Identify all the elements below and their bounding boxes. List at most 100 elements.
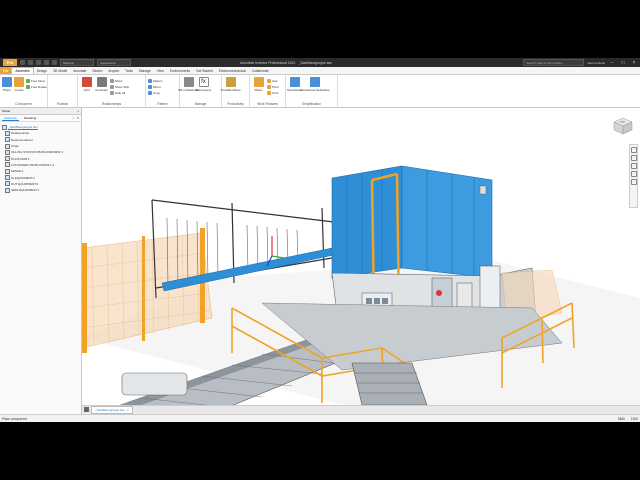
assembly-model[interactable] — [82, 108, 640, 405]
component-icon — [5, 187, 10, 193]
component-icon — [5, 130, 10, 136]
viewcube-top-label: TOP — [620, 121, 625, 124]
manage-group: Bill of Materials fx Parameters Manage — [178, 75, 222, 107]
assembly-icon — [2, 124, 7, 130]
browser-tree: _StartBausgruppe.iam Relationships Represe… — [0, 122, 81, 195]
component-group-title: Component — [15, 102, 32, 106]
tree-node-label: Relationships — [11, 131, 30, 136]
tree-node[interactable]: SEMI EQUIPMENT:1 — [2, 187, 79, 193]
work-features-group-title: Work Features — [257, 102, 278, 106]
tab-design[interactable]: Design — [34, 68, 50, 74]
model-browser: Model + Assembly Modeling ⌕ ≡ _StartBaus… — [0, 108, 82, 414]
look-at-icon[interactable] — [630, 179, 637, 185]
show-button[interactable]: Show — [110, 78, 129, 83]
component-icon — [5, 175, 10, 181]
close-tab-icon[interactable]: × — [127, 408, 129, 412]
free-rotate-icon — [26, 84, 30, 89]
simplification-group-title: Simplification — [302, 102, 321, 106]
tab-environments[interactable]: Environments — [167, 68, 193, 74]
productivity-icon — [225, 77, 236, 87]
copy-button[interactable]: Copy — [148, 90, 163, 95]
orbit-icon[interactable] — [630, 171, 637, 177]
tab-sketch[interactable]: Sketch — [89, 68, 105, 74]
component-icon — [5, 162, 10, 168]
title-bar: Pro Material Appearance Autodesk Invento… — [0, 58, 640, 67]
tab-manage[interactable]: Manage — [136, 68, 154, 74]
browser-tab-modeling[interactable]: Modeling — [22, 116, 38, 120]
close-icon[interactable]: × — [630, 58, 638, 67]
tab-collaborate[interactable]: Collaborate — [249, 68, 272, 74]
free-move-icon — [26, 78, 30, 83]
status-bar: Place component 9480 1500 — [0, 414, 640, 422]
browser-title: Model — [2, 109, 11, 113]
free-rotate-button[interactable]: Free Rotate — [26, 84, 47, 89]
tab-get-started[interactable]: Get Started — [193, 68, 216, 74]
status-count-1: 9480 — [617, 416, 625, 421]
axis-button[interactable]: Axis — [267, 78, 279, 83]
add-icon[interactable]: + — [77, 109, 79, 113]
pan-icon[interactable] — [630, 155, 637, 161]
help-search-input[interactable]: Search Help & Commands... — [523, 59, 585, 66]
simplification-group: Shrinkwrap Shrinkwrap Substitute Simplif… — [286, 75, 338, 107]
home-icon[interactable] — [84, 407, 89, 412]
new-icon[interactable] — [20, 60, 25, 65]
axis-icon — [267, 78, 271, 83]
inventor-logo[interactable]: Pro — [3, 59, 17, 66]
pattern-group-title: Pattern — [157, 102, 168, 106]
undo-icon[interactable] — [44, 60, 49, 65]
ucs-icon — [267, 90, 271, 95]
tab-view[interactable]: View — [154, 68, 167, 74]
menu-icon[interactable]: ≡ — [77, 116, 79, 120]
parameters-icon: fx — [198, 77, 209, 87]
material-dropdown[interactable]: Material — [60, 59, 94, 66]
tree-node-label: FILLING STATION FB150-003033FR:1 — [11, 150, 63, 155]
document-tab[interactable]: _StartBausgruppe.iam × — [91, 405, 133, 414]
ribbon-tabs: File Assemble Design 3D Model Annotate Sketch… — [0, 67, 640, 75]
component-icon — [5, 156, 10, 162]
maximize-icon[interactable]: □ — [619, 58, 627, 67]
ucs-button[interactable]: UCS — [267, 90, 279, 95]
redo-icon[interactable] — [52, 60, 57, 65]
position-group: Position — [48, 75, 78, 107]
tab-inspect[interactable]: Inspect — [105, 68, 122, 74]
tab-tools[interactable]: Tools — [122, 68, 136, 74]
appearance-dropdown[interactable]: Appearance — [97, 59, 131, 66]
viewcube[interactable]: TOP — [612, 117, 634, 135]
tab-assemble[interactable]: Assemble — [11, 67, 34, 74]
pattern-icon — [148, 78, 152, 83]
minimize-icon[interactable]: – — [608, 58, 616, 67]
tab-annotate[interactable]: Annotate — [70, 68, 89, 74]
show-sick-icon — [110, 84, 114, 89]
graphics-window[interactable]: TOP — [82, 108, 640, 405]
create-icon — [14, 77, 24, 87]
component-icon — [5, 181, 10, 187]
tab-electromechanical[interactable]: Electromechanical — [216, 68, 249, 74]
point-button[interactable]: Point — [267, 84, 279, 89]
constrain-icon — [96, 77, 107, 87]
mirror-button[interactable]: Mirror — [148, 84, 163, 89]
user-name[interactable]: luka.rechenik — [587, 61, 605, 65]
tree-node-label: CONTAINER FB150-003033-1:1 — [11, 162, 55, 167]
document-tabs: _StartBausgruppe.iam × — [82, 405, 640, 414]
place-icon — [2, 77, 12, 87]
relationships-group-title: Relationships — [101, 102, 122, 106]
free-move-button[interactable]: Free Move — [26, 78, 47, 83]
navigation-bar — [629, 144, 638, 208]
steering-wheel-icon[interactable] — [630, 147, 637, 153]
component-group: Place Create Free Move Free Rotate Compo… — [0, 75, 48, 107]
show-icon — [110, 78, 114, 83]
pattern-button[interactable]: Pattern — [148, 78, 163, 83]
save-icon[interactable] — [36, 60, 41, 65]
ribbon: Place Create Free Move Free Rotate Compo… — [0, 75, 640, 108]
pattern-group: Pattern Mirror Copy Pattern — [146, 75, 180, 107]
tab-file[interactable]: File — [0, 67, 12, 74]
hide-all-button[interactable]: Hide All — [110, 90, 129, 95]
search-icon[interactable]: ⌕ — [73, 116, 75, 120]
show-sick-button[interactable]: Show Sick — [110, 84, 129, 89]
tab-3d-model[interactable]: 3D Model — [50, 68, 70, 74]
browser-tab-assembly[interactable]: Assembly — [2, 116, 20, 121]
position-group-title: Position — [56, 102, 69, 106]
open-icon[interactable] — [28, 60, 33, 65]
zoom-icon[interactable] — [630, 163, 637, 169]
inventor-window: Pro Material Appearance Autodesk Invento… — [0, 58, 640, 422]
